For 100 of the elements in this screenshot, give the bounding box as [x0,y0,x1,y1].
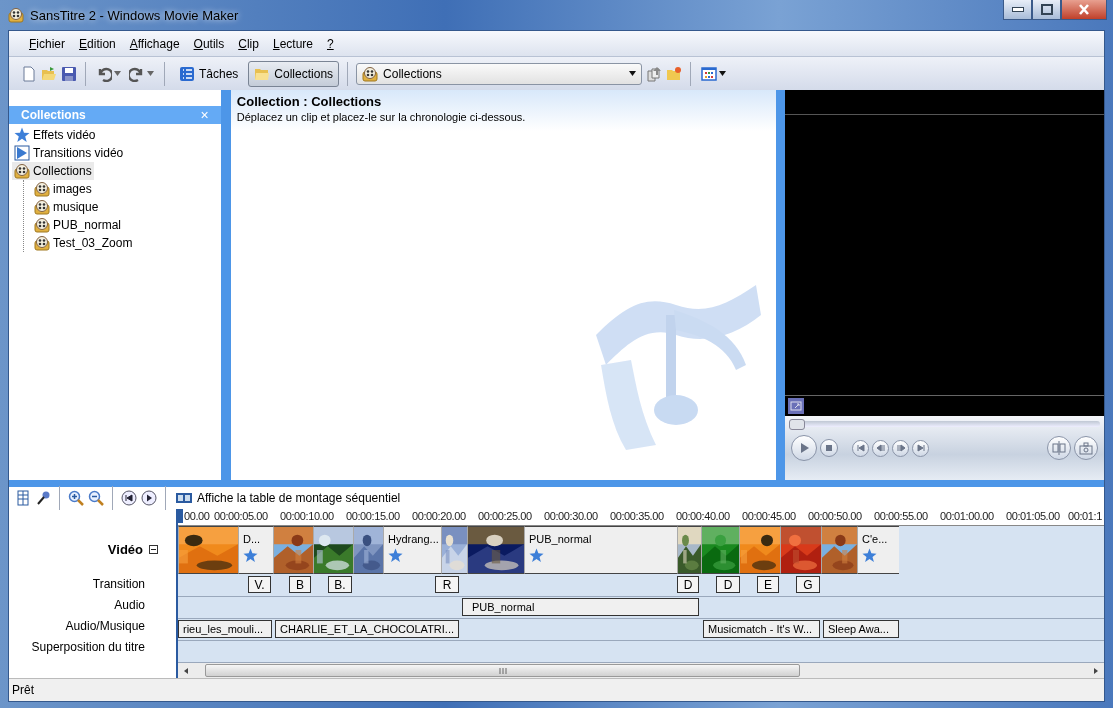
tree-item[interactable]: images [32,180,94,198]
track-label: Superposition du titre [31,639,145,654]
caret-icon [114,71,121,76]
stop-button[interactable] [820,439,839,457]
split-button[interactable] [1047,436,1071,460]
ruler-label: 00.00 [184,510,210,522]
ruler-label: 00:01:00.00 [940,510,994,522]
video-clip[interactable]: C'e... [857,526,899,574]
menu-item[interactable]: ? [321,34,340,53]
content-hint: Déplacez un clip et placez-le sur la chronologie ci-dessous. [236,111,527,123]
audio-clip[interactable]: PUB_normal [462,598,699,616]
transition-clip[interactable]: B [289,576,311,593]
frame-back-icon [875,443,886,453]
scroll-thumb[interactable] [205,664,800,677]
documents-up-icon[interactable] [646,65,663,82]
collections-button[interactable]: Collections [248,60,340,87]
play-button[interactable] [791,435,818,461]
horizontal-scrollbar[interactable] [178,663,1104,679]
frame-forward-button[interactable] [892,439,910,457]
track-label: Audio/Musique [65,618,145,633]
track-label: Transition [92,576,145,591]
caret-icon [719,71,727,76]
transition-icon [14,145,30,161]
tasks-button[interactable]: Tâches [173,60,245,87]
ruler-label: 00:00:20.00 [412,510,466,522]
new-document-icon[interactable] [21,65,37,82]
music-clip[interactable]: Musicmatch - It's W... [703,620,820,638]
video-clip[interactable]: Hydrang... [383,526,441,574]
menu-item[interactable]: Outils [187,34,231,53]
ruler-label: 00:00:10.00 [280,510,334,522]
transition-clip[interactable]: B. [328,576,352,593]
star-icon [243,548,258,563]
stop-icon [825,444,834,452]
track-label: Vidéo [107,541,143,557]
film-reel-icon [362,65,379,82]
storyboard-icon[interactable] [15,490,31,506]
ruler-label: 00:00:05.00 [214,510,268,522]
star-icon [529,548,544,563]
next-button[interactable] [912,439,930,457]
window-title: SansTitre 2 - Windows Movie Maker [30,7,239,23]
minimize-button[interactable] [1003,0,1032,20]
transition-clip[interactable]: D [716,576,740,593]
rewind-icon[interactable] [121,490,137,506]
transition-clip[interactable]: G [796,576,820,593]
film-reel-icon [34,181,50,197]
tree-item[interactable]: Test_03_Zoom [32,234,135,252]
new-folder-icon[interactable] [666,65,683,82]
music-clip[interactable]: Sleep Awa... [823,620,899,638]
zoom-out-icon[interactable] [88,490,104,506]
music-clip[interactable]: CHARLIE_ET_LA_CHOCOLATRI... [275,620,459,638]
star-icon [862,548,877,563]
scroll-left-icon[interactable] [182,667,190,675]
film-reel-icon [34,217,50,233]
collapse-toggle[interactable] [149,544,158,554]
redo-icon [129,65,145,82]
ruler-label: 00:01:1 [1068,510,1102,522]
menu-item[interactable]: Edition [73,34,122,53]
menu-item[interactable]: Affichage [123,34,186,53]
film-reel-icon [8,7,24,23]
tree-item[interactable]: musique [32,198,101,216]
maximize-icon [1038,1,1055,18]
microphone-icon[interactable] [35,490,51,506]
maximize-button[interactable] [1032,0,1061,20]
transition-clip[interactable]: E [757,576,779,593]
video-clip[interactable]: D... [238,526,273,574]
music-clip[interactable]: rieu_les_mouli... [178,620,272,638]
track-label: Audio [114,597,145,612]
previous-button[interactable] [852,439,870,457]
collection-dropdown[interactable]: Collections [356,62,643,85]
video-clip[interactable]: PUB_normal [524,526,677,574]
star-icon [388,548,403,563]
split-icon [1051,440,1067,456]
zoom-in-icon[interactable] [68,490,84,506]
transition-clip[interactable]: R [435,576,459,593]
transition-clip[interactable]: V. [248,576,271,593]
film-reel-icon [14,163,30,179]
scroll-right-icon[interactable] [1092,667,1100,675]
tree-item[interactable]: PUB_normal [32,216,124,234]
save-icon[interactable] [61,65,77,82]
fullscreen-icon[interactable] [788,398,805,414]
frame-back-button[interactable] [872,439,890,457]
play-icon[interactable] [141,490,157,506]
tree-item[interactable]: Collections [12,162,94,180]
ruler-label: 00:00:45.00 [742,510,796,522]
transition-clip[interactable]: D [677,576,699,593]
film-reel-icon [34,199,50,215]
tree-item[interactable]: Transitions vidéo [12,144,126,162]
menu-item[interactable]: Lecture [266,34,319,53]
storyboard-button[interactable]: Affiche la table de montage séquentiel [174,488,403,508]
star-icon [14,127,30,143]
menu-item[interactable]: Fichier [23,34,72,53]
snapshot-button[interactable] [1074,436,1098,460]
menu-item[interactable]: Clip [232,34,265,53]
close-button[interactable] [1061,0,1107,20]
filmstrip-icon [176,490,192,506]
ruler-label: 00:00:30.00 [544,510,598,522]
next-icon [915,443,926,453]
status-text: Prêt [12,683,34,697]
ruler-label: 00:01:05.00 [1006,510,1060,522]
tree-item[interactable]: Effets vidéo [12,126,98,144]
